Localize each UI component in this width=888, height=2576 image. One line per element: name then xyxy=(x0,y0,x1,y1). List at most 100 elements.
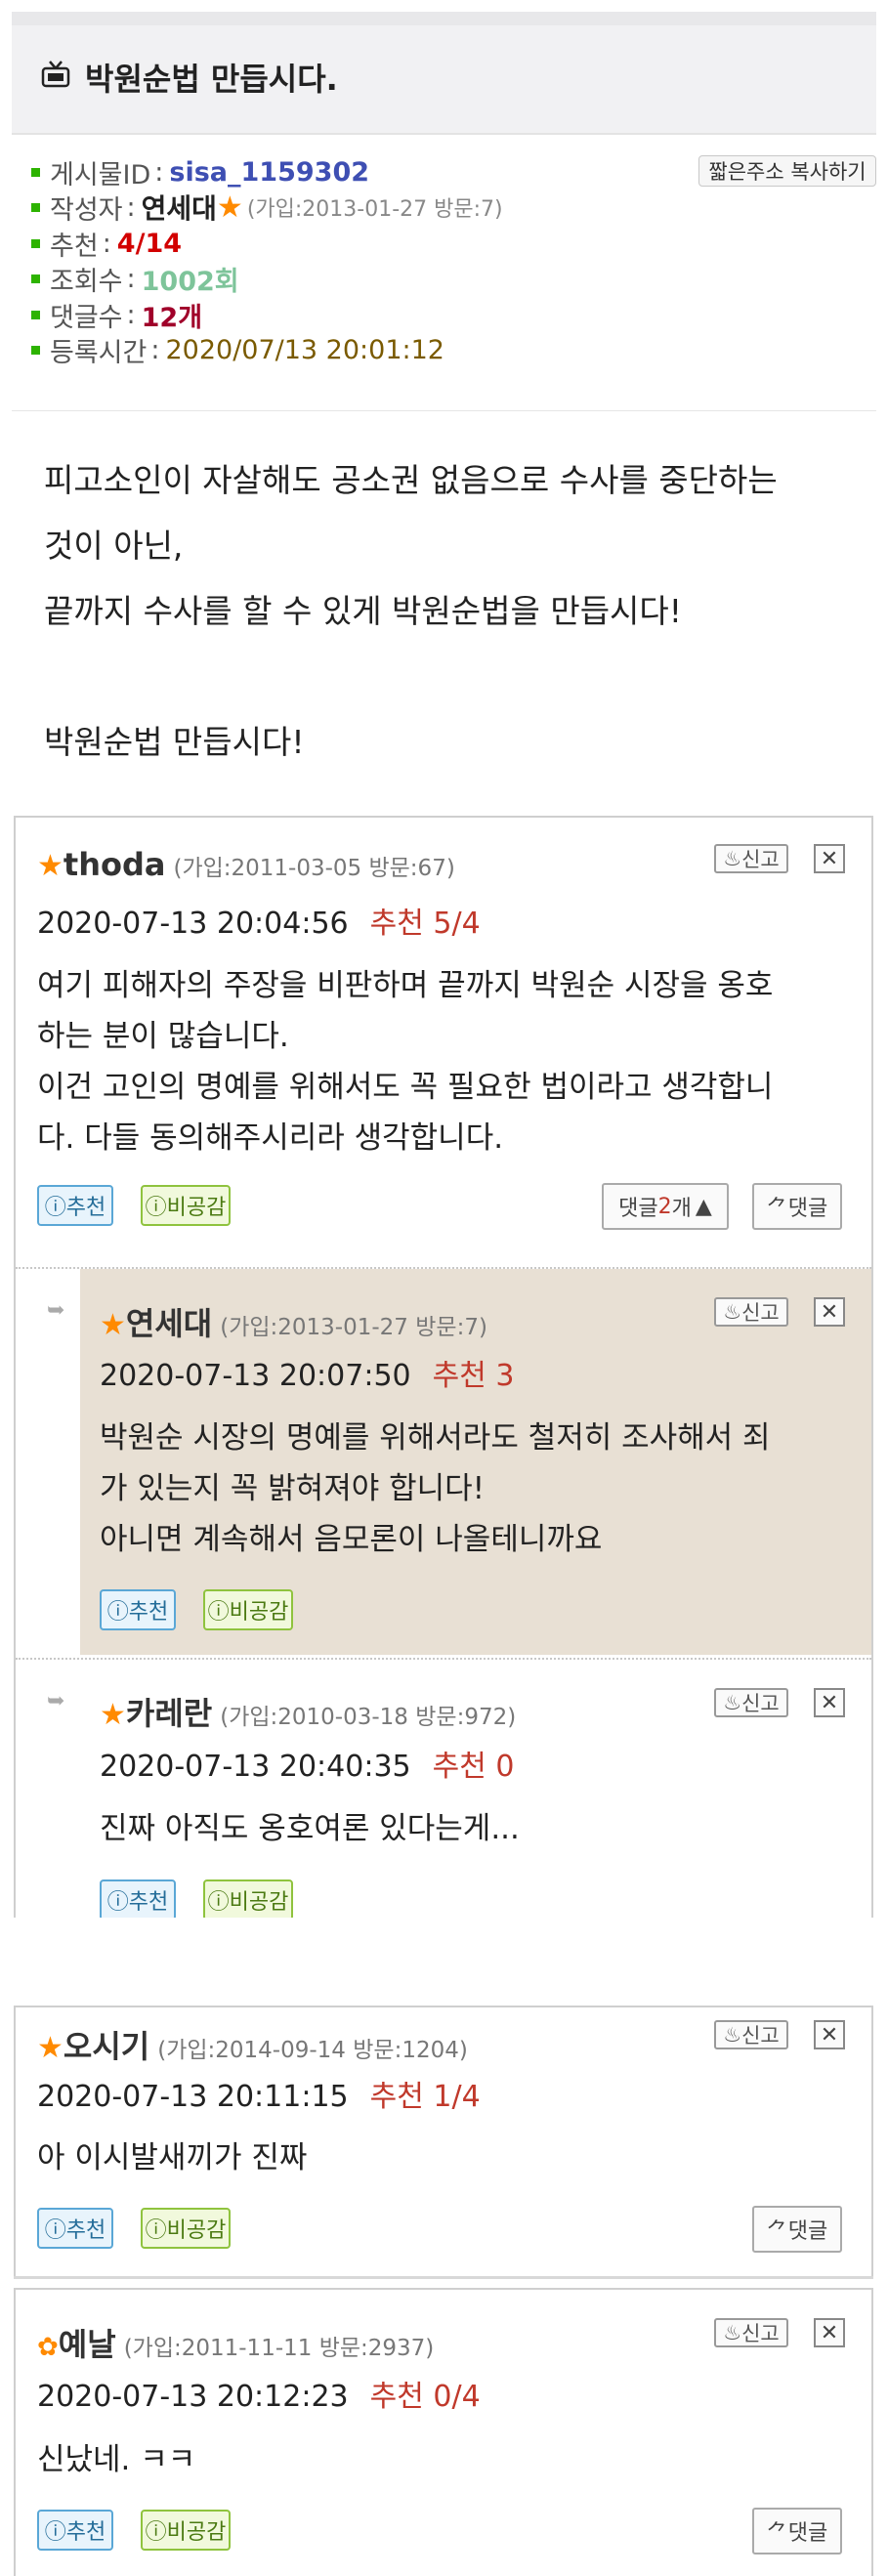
reply-button[interactable]: ⺈ 댓글 xyxy=(752,2508,842,2555)
replies-toggle-button[interactable]: 댓글 2 개 ▲ xyxy=(602,1183,729,1230)
siren-icon: ♨ xyxy=(723,847,742,870)
triangle-up-icon: ▲ xyxy=(695,1194,712,1219)
comment-date: 2020-07-13 20:07:50 추천 3 xyxy=(100,1359,515,1393)
post-meta: 짧은주소 복사하기 게시물ID: sisa_1159302 작성자: 연세대 ★… xyxy=(12,135,876,411)
top-bar xyxy=(12,12,876,25)
bullet-icon xyxy=(31,167,40,177)
body-line: 끝까지 수사를 할 수 있게 박원순법을 만듭시다! xyxy=(44,592,683,630)
body-line: 피고소인이 자살해도 공소권 없음으로 수사를 중단하는 xyxy=(44,461,778,499)
reply-icon: ⺈ xyxy=(766,1197,788,1221)
recommend-icon: ⓘ xyxy=(106,1600,129,1625)
body-line: 박원순법 만듭시다! xyxy=(44,723,305,761)
report-button[interactable]: ♨ 신고 xyxy=(714,844,788,873)
bullet-icon xyxy=(31,274,40,283)
recommend-button[interactable]: ⓘ 추천 xyxy=(100,1879,176,1918)
recommend-icon: ⓘ xyxy=(44,2520,66,2545)
comment-join-info: (가입:2011-03-05 방문:67) xyxy=(173,856,455,881)
comment-join-info: (가입:2011-11-11 방문:2937) xyxy=(123,2336,435,2361)
close-button[interactable]: ✕ xyxy=(814,844,845,873)
divider xyxy=(14,2276,873,2279)
comment-date: 2020-07-13 20:40:35 추천 0 xyxy=(100,1750,515,1784)
dislike-button[interactable]: ⓘ 비공감 xyxy=(141,2510,231,2551)
comment-text: 박원순 시장의 명예를 위해서라도 철저히 조사해서 죄 가 있는지 꼭 밝혀져… xyxy=(100,1420,771,1557)
dislike-icon: ⓘ xyxy=(145,2520,167,2545)
meta-time: 등록시간: 2020/07/13 20:01:12 xyxy=(31,332,444,368)
close-icon: ✕ xyxy=(820,1299,839,1325)
close-button[interactable]: ✕ xyxy=(814,1297,845,1327)
close-button[interactable]: ✕ xyxy=(814,2020,845,2049)
recommend-icon: ⓘ xyxy=(106,1890,129,1915)
comment-author-name[interactable]: 예날 xyxy=(59,2326,116,2363)
body-line xyxy=(44,644,865,709)
recommend-count: 4/14 xyxy=(116,228,183,259)
short-url-copy-button[interactable]: 짧은주소 복사하기 xyxy=(698,155,876,187)
reply-button[interactable]: ⺈ 댓글 xyxy=(752,2206,842,2253)
author-join-info: (가입:2013-01-27 방문:7) xyxy=(246,197,503,222)
comment-author: ★thoda (가입:2011-03-05 방문:67) xyxy=(37,846,455,883)
star-icon: ★ xyxy=(37,2031,63,2065)
reply-arrow-icon: ➥ xyxy=(47,1689,65,1713)
author-name[interactable]: 연세대 xyxy=(142,188,217,227)
view-count: 1002회 xyxy=(141,266,239,297)
comment-rec-count: 1/4 xyxy=(433,2080,481,2114)
recommend-button[interactable]: ⓘ 추천 xyxy=(37,2510,113,2551)
dislike-button[interactable]: ⓘ 비공감 xyxy=(141,2208,231,2249)
divider xyxy=(16,1658,871,1660)
recommend-button[interactable]: ⓘ 추천 xyxy=(100,1589,176,1630)
star-icon: ★ xyxy=(100,1698,126,1732)
star-icon: ★ xyxy=(100,1308,126,1342)
comment-rec-count: 5/4 xyxy=(433,907,481,941)
meta-comments: 댓글수: 12개 xyxy=(31,297,203,333)
comment-author: ✿예날 (가입:2011-11-11 방문:2937) xyxy=(37,2320,434,2365)
close-button[interactable]: ✕ xyxy=(814,2318,845,2347)
siren-icon: ♨ xyxy=(723,1300,742,1324)
report-button[interactable]: ♨ 신고 xyxy=(714,1688,788,1717)
star-icon: ★ xyxy=(216,190,243,225)
reply-arrow-icon: ➥ xyxy=(47,1298,65,1323)
recommend-icon: ⓘ xyxy=(44,1196,66,1220)
comment-author-name[interactable]: 연세대 xyxy=(126,1305,212,1342)
tv-icon xyxy=(41,61,70,88)
comment-date: 2020-07-13 20:12:23 추천 0/4 xyxy=(37,2380,481,2414)
comment-author-name[interactable]: thoda xyxy=(63,846,166,883)
dislike-button[interactable]: ⓘ 비공감 xyxy=(203,1589,293,1630)
post-time: 2020/07/13 20:01:12 xyxy=(165,334,444,365)
report-button[interactable]: ♨ 신고 xyxy=(714,2318,788,2347)
comment-author-name[interactable]: 카레란 xyxy=(126,1695,212,1732)
comment-author-name[interactable]: 오시기 xyxy=(63,2028,149,2065)
comment-text: 아 이시발새끼가 진짜 xyxy=(37,2140,308,2175)
cut-off-buttons: ⓘ 추천 ⓘ 비공감 xyxy=(80,1876,871,1918)
comment-rec-count: 0/4 xyxy=(433,2380,481,2414)
recommend-button[interactable]: ⓘ 추천 xyxy=(37,1185,113,1226)
bullet-icon xyxy=(31,345,40,355)
star-icon: ★ xyxy=(37,849,63,883)
dislike-icon: ⓘ xyxy=(207,1600,230,1625)
report-button[interactable]: ♨ 신고 xyxy=(714,1297,788,1327)
siren-icon: ♨ xyxy=(723,2321,742,2344)
comment-count: 12개 xyxy=(141,302,203,333)
bullet-icon xyxy=(31,202,40,212)
report-button[interactable]: ♨ 신고 xyxy=(714,2020,788,2049)
comment-text: 신났네. ㅋㅋ xyxy=(37,2442,196,2477)
reply-button[interactable]: ⺈ 댓글 xyxy=(752,1183,842,1230)
siren-icon: ♨ xyxy=(723,1691,742,1714)
close-icon: ✕ xyxy=(820,1690,839,1715)
recommend-button[interactable]: ⓘ 추천 xyxy=(37,2208,113,2249)
body-line: 것이 아닌, xyxy=(44,527,184,565)
comment-date: 2020-07-13 20:04:56 추천 5/4 xyxy=(37,907,481,941)
dislike-icon: ⓘ xyxy=(145,1196,167,1220)
comment-author: ★연세대 (가입:2013-01-27 방문:7) xyxy=(100,1299,487,1344)
dislike-icon: ⓘ xyxy=(145,2218,167,2243)
comment-join-info: (가입:2010-03-18 방문:972) xyxy=(220,1705,517,1730)
post-id: sisa_1159302 xyxy=(169,156,370,188)
comment-join-info: (가입:2013-01-27 방문:7) xyxy=(220,1315,487,1340)
dislike-button[interactable]: ⓘ 비공감 xyxy=(203,1879,293,1918)
close-button[interactable]: ✕ xyxy=(814,1688,845,1717)
bullet-icon xyxy=(31,238,40,248)
post-title: 박원순법 만듭시다. xyxy=(85,61,338,98)
meta-author: 작성자: 연세대 ★ (가입:2013-01-27 방문:7) xyxy=(31,188,503,227)
recommend-icon: ⓘ xyxy=(44,2218,66,2243)
comment-rec-count: 0 xyxy=(495,1750,515,1784)
dislike-button[interactable]: ⓘ 비공감 xyxy=(141,1185,231,1226)
meta-views: 조회수: 1002회 xyxy=(31,261,239,297)
